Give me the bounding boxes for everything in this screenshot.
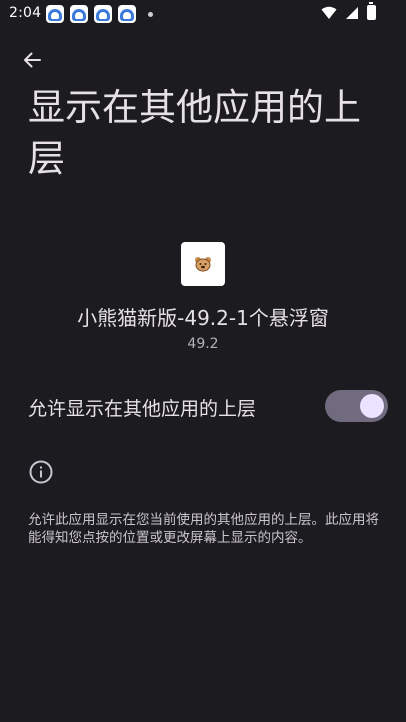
arrow-back-icon [24,52,41,68]
info-icon [29,460,53,484]
app-notification-icon [94,5,112,23]
app-version: 49.2 [187,336,219,352]
status-bar: 2:04 [0,0,406,28]
signal-icon [346,6,358,19]
app-notification-icon [118,5,136,23]
bear-face-icon [195,257,211,272]
app-icon [181,242,225,286]
overlay-permission-switch[interactable] [325,390,388,422]
battery-icon [367,2,376,20]
wifi-icon [321,6,337,19]
overlay-permission-label: 允许显示在其他应用的上层 [28,398,257,420]
notification-icons [46,5,153,23]
switch-thumb [360,394,384,418]
app-notification-icon [70,5,88,23]
page-title: 显示在其他应用的上层 [28,86,361,180]
info-description: 允许此应用显示在您当前使用的其他应用的上层。此应用将能得知您点按的位置或更改屏幕… [28,512,379,546]
app-name: 小熊猫新版-49.2-1个悬浮窗 [77,306,329,330]
system-icons [321,2,376,20]
more-notifications-dot-icon [148,12,153,17]
status-time: 2:04 [9,5,42,21]
back-button[interactable] [14,42,50,78]
app-notification-icon [46,5,64,23]
overlay-permission-row[interactable]: 允许显示在其他应用的上层 [0,382,406,432]
